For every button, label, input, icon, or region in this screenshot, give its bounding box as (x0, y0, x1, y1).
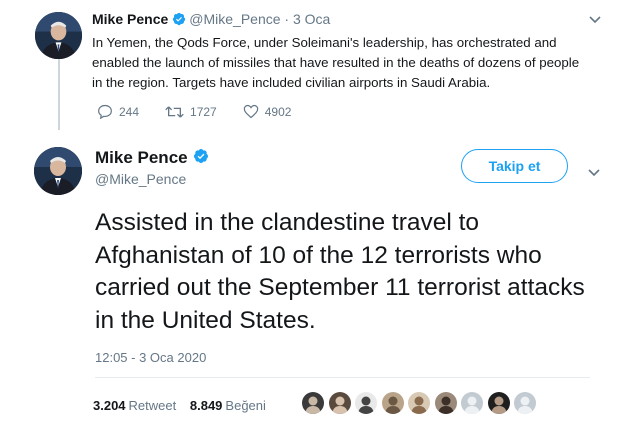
author-handle[interactable]: @Mike_Pence (95, 171, 186, 187)
retweet-stat[interactable]: 3.204 Retweet (93, 398, 176, 413)
retweet-count: 3.204 (93, 398, 126, 413)
tweet-actions: 244 1727 4902 (97, 104, 317, 119)
like-stat[interactable]: 8.849 Beğeni (190, 398, 266, 413)
liker-avatar[interactable] (328, 392, 351, 414)
reply-icon (98, 104, 112, 119)
liker-avatar[interactable] (408, 392, 430, 414)
liker-avatar[interactable] (487, 392, 510, 414)
retweet-label: Retweet (128, 398, 177, 413)
liker-avatar[interactable] (381, 392, 404, 414)
retweet-icon (165, 105, 184, 118)
like-button[interactable]: 4902 (243, 104, 292, 119)
profile-photo-icon (35, 12, 82, 59)
profile-photo-icon (34, 147, 82, 195)
author-handle[interactable]: @Mike_Pence (189, 11, 280, 27)
author-name[interactable]: Mike Pence (92, 11, 168, 27)
like-count: 4902 (264, 104, 292, 119)
divider (95, 377, 590, 378)
liker-avatar[interactable] (434, 392, 457, 414)
author-name[interactable]: Mike Pence (95, 148, 188, 167)
tweet-date[interactable]: 3 Oca (293, 11, 330, 27)
retweet-button[interactable]: 1727 (165, 104, 217, 119)
tweet-header: Mike Pence @Mike_Pence · 3 Oca (92, 11, 330, 29)
avatar[interactable] (35, 12, 82, 59)
tweet-text: Assisted in the clandestine travel to Af… (95, 209, 585, 334)
reply-button[interactable]: 244 (97, 104, 139, 119)
chevron-down-icon[interactable] (588, 165, 600, 180)
liker-avatar[interactable] (514, 392, 536, 414)
reply-count: 244 (119, 104, 140, 119)
liker-avatar[interactable] (302, 392, 324, 414)
heart-icon (243, 104, 259, 119)
verified-badge-icon (172, 12, 186, 29)
separator-dot: · (284, 11, 290, 27)
chevron-down-icon[interactable] (589, 12, 601, 27)
tweet-timestamp[interactable]: 12:05 - 3 Oca 2020 (95, 350, 206, 365)
follow-button[interactable]: Takip et (461, 149, 568, 183)
tweet-text: In Yemen, the Qods Force, under Soleiman… (92, 35, 580, 90)
avatar[interactable] (34, 147, 82, 195)
like-count: 8.849 (189, 398, 223, 413)
tweet-stats: 3.204 Retweet 8.849 Beğeni (93, 398, 266, 413)
liker-avatar[interactable] (355, 392, 377, 414)
author-name-row: Mike Pence (95, 148, 212, 169)
retweet-count: 1727 (190, 104, 217, 119)
like-label: Beğeni (225, 398, 266, 413)
verified-badge-icon (193, 148, 209, 169)
thread-connector-line (58, 58, 60, 130)
liker-avatars (302, 392, 541, 414)
liker-avatar[interactable] (461, 392, 483, 414)
